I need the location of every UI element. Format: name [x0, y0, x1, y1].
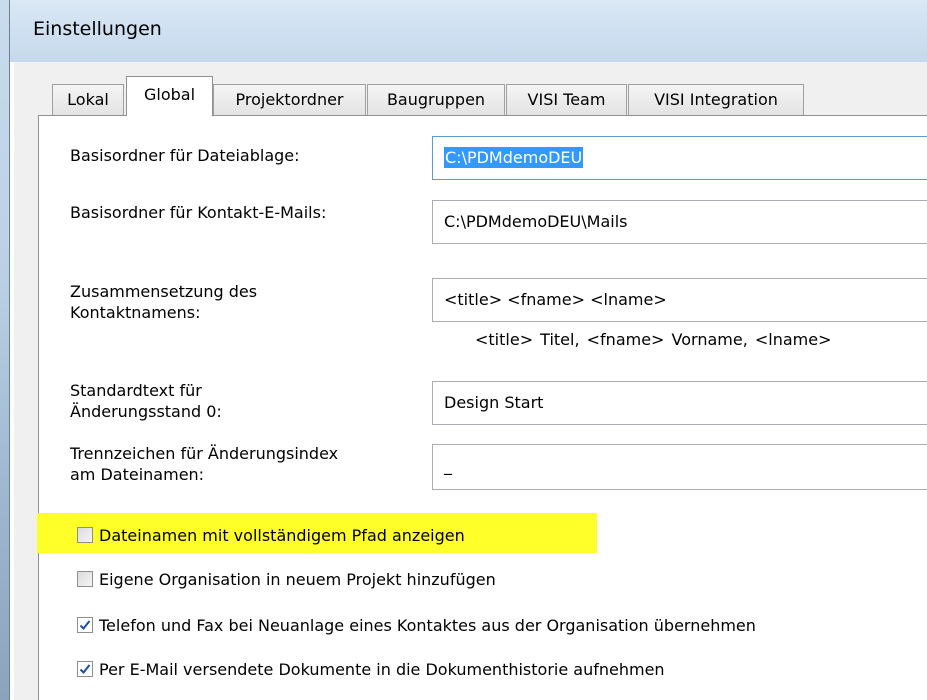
kontakt-mails-label: Basisordner für Kontakt-E-Mails:: [70, 203, 327, 222]
standardtext-input[interactable]: Design Start: [432, 381, 927, 425]
window-title: Einstellungen: [33, 18, 162, 40]
checkbox-telefon-fax[interactable]: [77, 617, 93, 633]
basisordner-input[interactable]: C:\PDMdemoDEU: [432, 136, 927, 180]
basisordner-value: C:\PDMdemoDEU: [444, 147, 584, 168]
kontaktname-label-line1: Zusammensetzung des: [70, 282, 258, 301]
checkbox-label: Eigene Organisation in neuem Projekt hin…: [99, 569, 496, 589]
checkbox-row-email-dokumente[interactable]: Per E-Mail versendete Dokumente in die D…: [77, 658, 665, 680]
checkbox-label: Per E-Mail versendete Dokumente in die D…: [99, 659, 665, 679]
standardtext-label-line2: Änderungsstand 0:: [70, 402, 222, 421]
trennzeichen-label-line1: Trennzeichen für Änderungsindex: [70, 444, 339, 463]
window-titlebar[interactable]: Einstellungen: [10, 0, 927, 62]
checkbox-label: Telefon und Fax bei Neuanlage eines Kont…: [99, 615, 756, 635]
trennzeichen-label-line2: am Dateinamen:: [70, 465, 205, 484]
checkbox-vollstaendiger-pfad[interactable]: [77, 527, 93, 543]
checkbox-row-eigene-organisation[interactable]: Eigene Organisation in neuem Projekt hin…: [77, 568, 496, 590]
tab-visi-team[interactable]: VISI Team: [506, 84, 627, 115]
checkbox-eigene-organisation[interactable]: [77, 571, 93, 587]
kontaktname-hint: <title> Titel, <fname> Vorname, <lname>: [475, 330, 832, 349]
desktop-background: [0, 0, 10, 700]
tab-global[interactable]: Global: [126, 76, 213, 116]
checkbox-row-vollstaendiger-pfad[interactable]: Dateinamen mit vollständigem Pfad anzeig…: [77, 524, 465, 546]
checkbox-label: Dateinamen mit vollständigem Pfad anzeig…: [99, 525, 465, 545]
tab-lokal[interactable]: Lokal: [52, 84, 124, 115]
kontakt-mails-input[interactable]: C:\PDMdemoDEU\Mails: [432, 200, 927, 244]
checkmark-icon: [79, 620, 91, 630]
kontaktname-label-line2: Kontaktnamens:: [70, 303, 201, 322]
checkmark-icon: [79, 664, 91, 674]
tab-visi-integration[interactable]: VISI Integration: [628, 84, 804, 115]
tab-projektordner[interactable]: Projektordner: [213, 84, 366, 115]
tab-baugruppen[interactable]: Baugruppen: [367, 84, 505, 115]
trennzeichen-input[interactable]: _: [432, 444, 927, 490]
basisordner-label: Basisordner für Dateiablage:: [70, 146, 300, 165]
standardtext-label-line1: Standardtext für: [70, 381, 202, 400]
kontaktname-input[interactable]: <title> <fname> <lname>: [432, 278, 927, 322]
checkbox-row-telefon-fax[interactable]: Telefon und Fax bei Neuanlage eines Kont…: [77, 614, 756, 636]
checkbox-email-dokumente[interactable]: [77, 661, 93, 677]
